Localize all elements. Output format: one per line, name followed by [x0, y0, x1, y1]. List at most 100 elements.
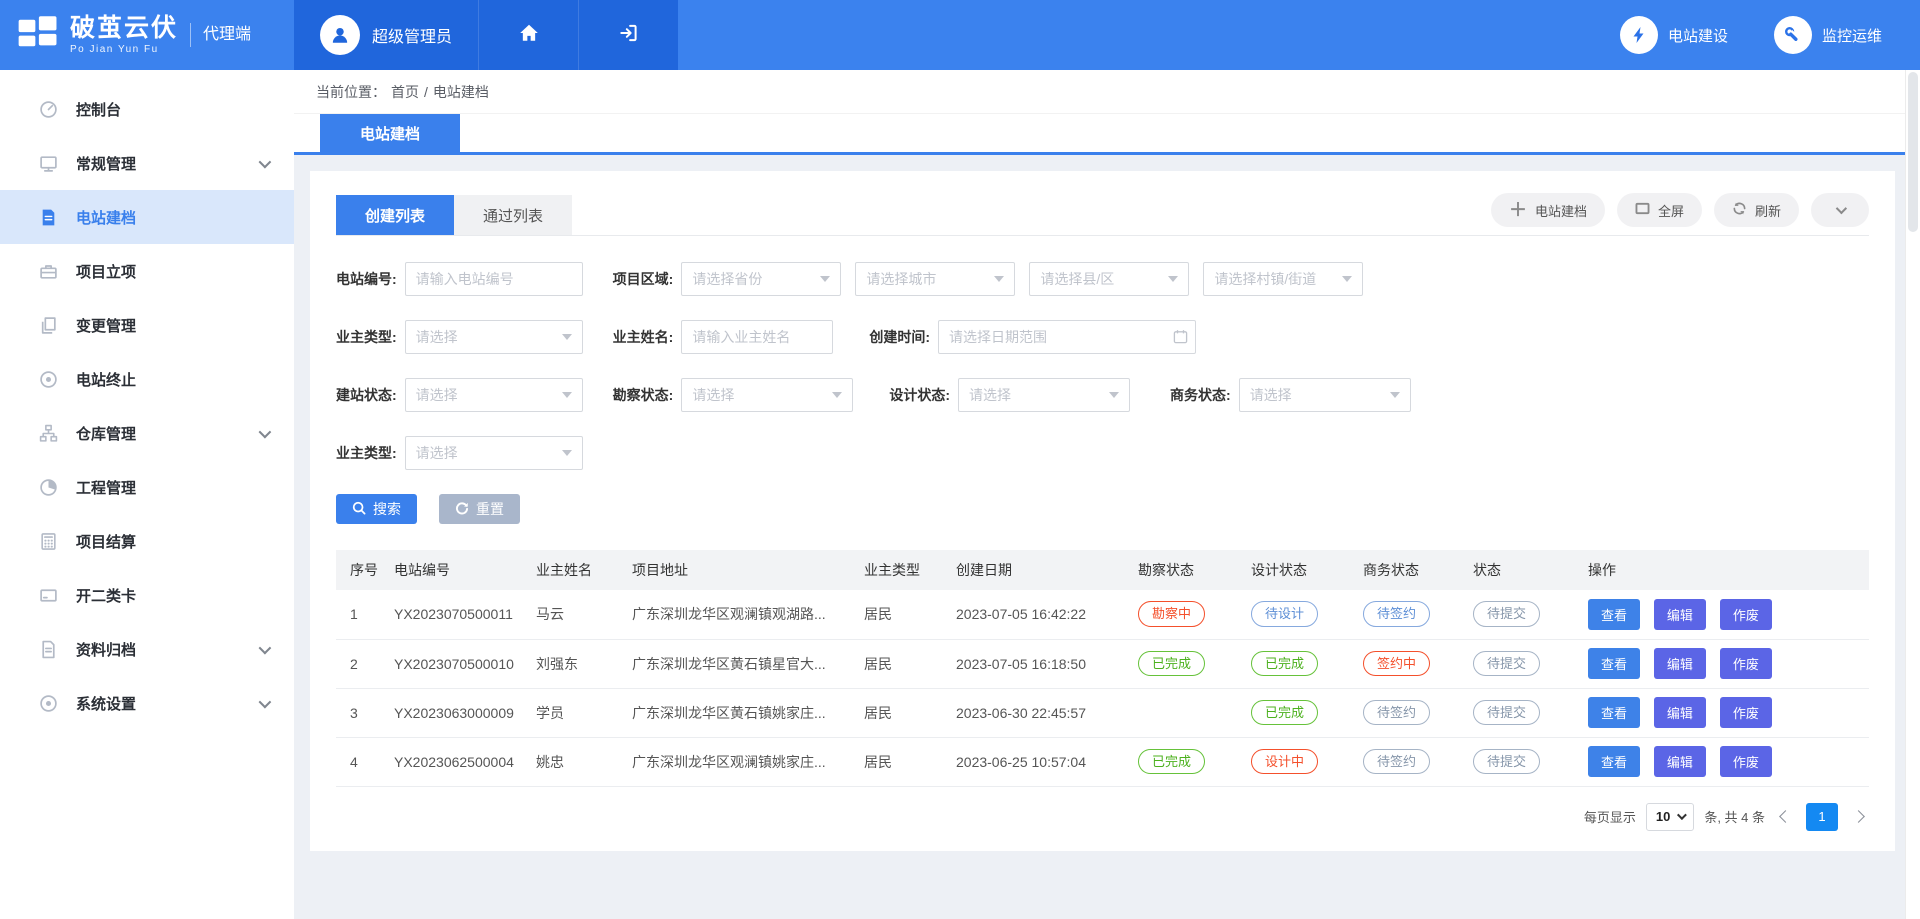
cell-owner: 学员: [528, 688, 624, 737]
sidebar-item-project-settlement[interactable]: 项目结算: [0, 514, 294, 568]
build-status-select[interactable]: 请选择: [405, 378, 583, 412]
tab-create-list[interactable]: 创建列表: [336, 195, 454, 235]
sidebar-item-station-termination[interactable]: 电站终止: [0, 352, 294, 406]
reset-button[interactable]: 重置: [439, 494, 520, 524]
cell-date: 2023-06-25 10:57:04: [948, 737, 1130, 786]
refresh-icon: [1732, 201, 1747, 219]
sitemap-icon: [38, 423, 58, 443]
edit-button[interactable]: 编辑: [1654, 648, 1706, 679]
file-archive-icon: [38, 639, 58, 659]
view-button[interactable]: 查看: [1588, 746, 1640, 777]
refresh-button[interactable]: 刷新: [1714, 193, 1799, 227]
logo-icon: [16, 13, 60, 58]
sidebar-item-label: 项目结算: [76, 531, 136, 552]
station-no-label: 电站编号:: [336, 269, 397, 289]
cell-owner: 马云: [528, 590, 624, 639]
select-caret-icon: [1168, 276, 1178, 282]
sidebar-item-label: 资料归档: [76, 639, 136, 660]
design-status-badge: 设计中: [1251, 749, 1318, 775]
create-time-label: 创建时间:: [869, 327, 930, 347]
void-button[interactable]: 作废: [1720, 648, 1772, 679]
table-header-row: 序号 电站编号 业主姓名 项目地址 业主类型 创建日期 勘察状态 设计状态 商务…: [336, 550, 1869, 590]
add-station-label: 电站建档: [1535, 201, 1587, 220]
sidebar-item-second-class-card[interactable]: 开二类卡: [0, 568, 294, 622]
app-header: 破茧云伏 Po Jian Yun Fu 代理端 超级管理员 电: [0, 0, 1920, 70]
logo-text: 破茧云伏 Po Jian Yun Fu: [70, 16, 178, 55]
chevron-down-icon: [259, 641, 272, 654]
add-station-button[interactable]: ＋ 电站建档: [1491, 193, 1605, 227]
sidebar-item-label: 电站建档: [76, 207, 136, 228]
edit-button[interactable]: 编辑: [1654, 599, 1706, 630]
sidebar-item-engineering[interactable]: 工程管理: [0, 460, 294, 514]
target-circle-icon: [38, 369, 58, 389]
design-status-select[interactable]: 请选择: [958, 378, 1130, 412]
sidebar-item-label: 仓库管理: [76, 423, 136, 444]
sidebar-item-station-archive[interactable]: 电站建档: [0, 190, 294, 244]
sidebar-item-dashboard[interactable]: 控制台: [0, 82, 294, 136]
scrollbar[interactable]: [1905, 70, 1920, 919]
prev-page-button[interactable]: [1779, 810, 1792, 823]
tab-passed-list[interactable]: 通过列表: [454, 195, 572, 235]
breadcrumb-home[interactable]: 首页: [391, 82, 419, 102]
sidebar-item-label: 电站终止: [76, 369, 136, 390]
home-icon: [518, 22, 540, 49]
sidebar-item-general-management[interactable]: 常规管理: [0, 136, 294, 190]
owner-type-select[interactable]: 请选择: [405, 320, 583, 354]
create-time-range-picker[interactable]: [938, 320, 1196, 354]
province-select[interactable]: 请选择省份: [681, 262, 841, 296]
city-select[interactable]: 请选择城市: [855, 262, 1015, 296]
sidebar-item-project-initiation[interactable]: 项目立项: [0, 244, 294, 298]
calendar-icon: [1173, 329, 1188, 349]
wrench-icon: [1774, 16, 1812, 54]
nav-monitor-ops[interactable]: 监控运维: [1774, 16, 1882, 54]
filter-form: 电站编号: 项目区域: 请选择省份 请选择城市 请选择县/区 请选择村镇/街道 …: [336, 236, 1869, 524]
fullscreen-button[interactable]: 全屏: [1617, 193, 1702, 227]
owner-type2-select[interactable]: 请选择: [405, 436, 583, 470]
cell-no: 3: [336, 688, 386, 737]
sidebar-item-warehouse[interactable]: 仓库管理: [0, 406, 294, 460]
collapse-panel-button[interactable]: [1811, 193, 1869, 227]
per-page-select[interactable]: 10: [1646, 803, 1694, 831]
next-page-button[interactable]: [1852, 810, 1865, 823]
sidebar-item-data-archive[interactable]: 资料归档: [0, 622, 294, 676]
town-select[interactable]: 请选择村镇/街道: [1203, 262, 1363, 296]
edit-button[interactable]: 编辑: [1654, 697, 1706, 728]
search-label: 搜索: [373, 499, 401, 519]
search-button[interactable]: 搜索: [336, 494, 417, 524]
home-button[interactable]: [478, 0, 578, 70]
nav-station-build[interactable]: 电站建设: [1620, 16, 1728, 54]
page-tab-strip: 电站建档: [294, 114, 1905, 155]
user-menu[interactable]: 超级管理员: [294, 0, 478, 70]
cell-code: YX2023062500004: [386, 737, 528, 786]
business-status-label: 商务状态:: [1170, 385, 1231, 405]
void-button[interactable]: 作废: [1720, 697, 1772, 728]
tab-station-archive[interactable]: 电站建档: [320, 114, 460, 152]
survey-status-select[interactable]: 请选择: [681, 378, 853, 412]
sidebar-item-system-settings[interactable]: 系统设置: [0, 676, 294, 730]
copy-files-icon: [38, 315, 58, 335]
view-button[interactable]: 查看: [1588, 697, 1640, 728]
view-button[interactable]: 查看: [1588, 599, 1640, 630]
county-select[interactable]: 请选择县/区: [1029, 262, 1189, 296]
business-status-select[interactable]: 请选择: [1239, 378, 1411, 412]
build-status-label: 建站状态:: [336, 385, 397, 405]
create-time-input[interactable]: [938, 320, 1196, 354]
void-button[interactable]: 作废: [1720, 599, 1772, 630]
edit-button[interactable]: 编辑: [1654, 746, 1706, 777]
col-header-type: 业主类型: [856, 550, 948, 590]
scrollbar-thumb[interactable]: [1908, 72, 1918, 232]
current-page-button[interactable]: 1: [1806, 803, 1838, 831]
content: 创建列表 通过列表 ＋ 电站建档 全屏 刷新: [294, 155, 1905, 916]
sidebar-item-change-management[interactable]: 变更管理: [0, 298, 294, 352]
col-header-code: 电站编号: [386, 550, 528, 590]
logout-button[interactable]: [578, 0, 678, 70]
logo-subtitle: Po Jian Yun Fu: [70, 44, 178, 55]
owner-name-input[interactable]: [681, 320, 833, 354]
lightning-icon: [1620, 16, 1658, 54]
void-button[interactable]: 作废: [1720, 746, 1772, 777]
station-no-input[interactable]: [405, 262, 583, 296]
cell-owner: 刘强东: [528, 639, 624, 688]
select-caret-icon: [562, 450, 572, 456]
view-button[interactable]: 查看: [1588, 648, 1640, 679]
col-header-actions: 操作: [1580, 550, 1869, 590]
